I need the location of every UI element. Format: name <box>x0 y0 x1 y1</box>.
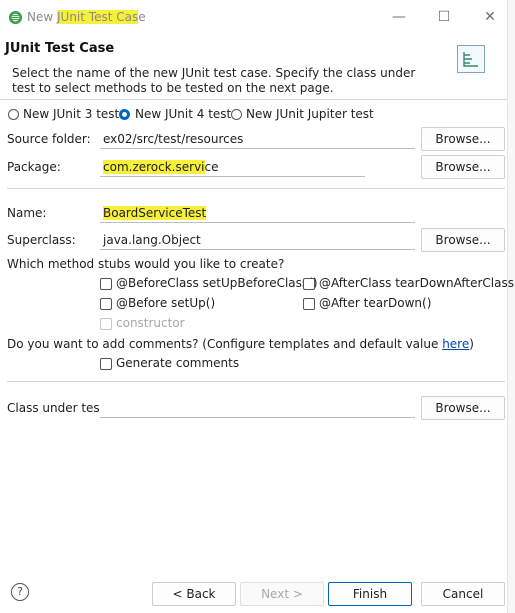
configure-templates-link[interactable]: here <box>442 337 469 351</box>
package-browse-button[interactable]: Browse... <box>421 155 505 179</box>
after-label: @After tearDown() <box>319 296 432 310</box>
maximize-button[interactable]: ☐ <box>429 6 459 28</box>
source-folder-label: Source folder: <box>7 132 91 146</box>
jupiter-label: New JUnit Jupiter test <box>246 107 374 121</box>
cancel-button[interactable]: Cancel <box>421 582 505 606</box>
generate-comments-label: Generate comments <box>116 356 240 370</box>
section-divider <box>7 381 505 382</box>
source-folder-field[interactable]: ex02/src/test/resources <box>100 129 415 149</box>
junit-wizard-icon <box>457 45 485 73</box>
before-checkbox[interactable] <box>100 298 112 310</box>
window-edge <box>507 0 515 613</box>
junit3-radio[interactable] <box>8 109 19 120</box>
jupiter-radio[interactable] <box>231 109 242 120</box>
class-under-test-label: Class under test: <box>7 401 109 415</box>
generate-comments-checkbox[interactable] <box>100 358 112 370</box>
class-under-test-browse-button[interactable]: Browse... <box>421 396 505 420</box>
name-label: Name: <box>7 206 47 220</box>
superclass-browse-button[interactable]: Browse... <box>421 228 505 252</box>
before-class-label: @BeforeClass setUpBeforeClass() <box>116 276 318 290</box>
stubs-question: Which method stubs would you like to cre… <box>7 257 285 271</box>
header-title: JUnit Test Case <box>5 41 115 56</box>
after-checkbox[interactable] <box>303 298 315 310</box>
minimize-button[interactable]: — <box>384 6 414 28</box>
next-button[interactable]: Next > <box>240 582 324 606</box>
comments-question: Do you want to add comments? (Configure … <box>7 337 474 351</box>
junit4-label: New JUnit 4 test <box>135 107 232 121</box>
after-class-label: @AfterClass tearDownAfterClass() <box>319 276 515 290</box>
window-title: New JUnit Test Case <box>27 10 146 24</box>
junit3-label: New JUnit 3 test <box>23 107 120 121</box>
before-class-checkbox[interactable] <box>100 278 112 290</box>
constructor-label: constructor <box>116 316 185 330</box>
section-divider <box>7 188 505 189</box>
package-label: Package: <box>7 160 61 174</box>
superclass-label: Superclass: <box>7 233 76 247</box>
header-divider <box>0 99 507 100</box>
superclass-field[interactable]: java.lang.Object <box>100 230 415 250</box>
before-label: @Before setUp() <box>116 296 216 310</box>
eclipse-icon <box>8 10 23 25</box>
junit4-radio[interactable] <box>119 109 130 120</box>
name-field[interactable]: BoardServiceTest <box>100 203 415 223</box>
after-class-checkbox[interactable] <box>303 278 315 290</box>
header-description: Select the name of the new JUnit test ca… <box>12 66 416 95</box>
source-folder-browse-button[interactable]: Browse... <box>421 127 505 151</box>
package-field[interactable]: com.zerock.service <box>100 157 365 177</box>
help-icon[interactable]: ? <box>11 583 29 601</box>
finish-button[interactable]: Finish <box>328 582 412 606</box>
constructor-checkbox[interactable] <box>100 318 112 330</box>
back-button[interactable]: < Back <box>152 582 236 606</box>
close-button[interactable]: ✕ <box>475 6 505 28</box>
class-under-test-field[interactable] <box>100 398 415 418</box>
